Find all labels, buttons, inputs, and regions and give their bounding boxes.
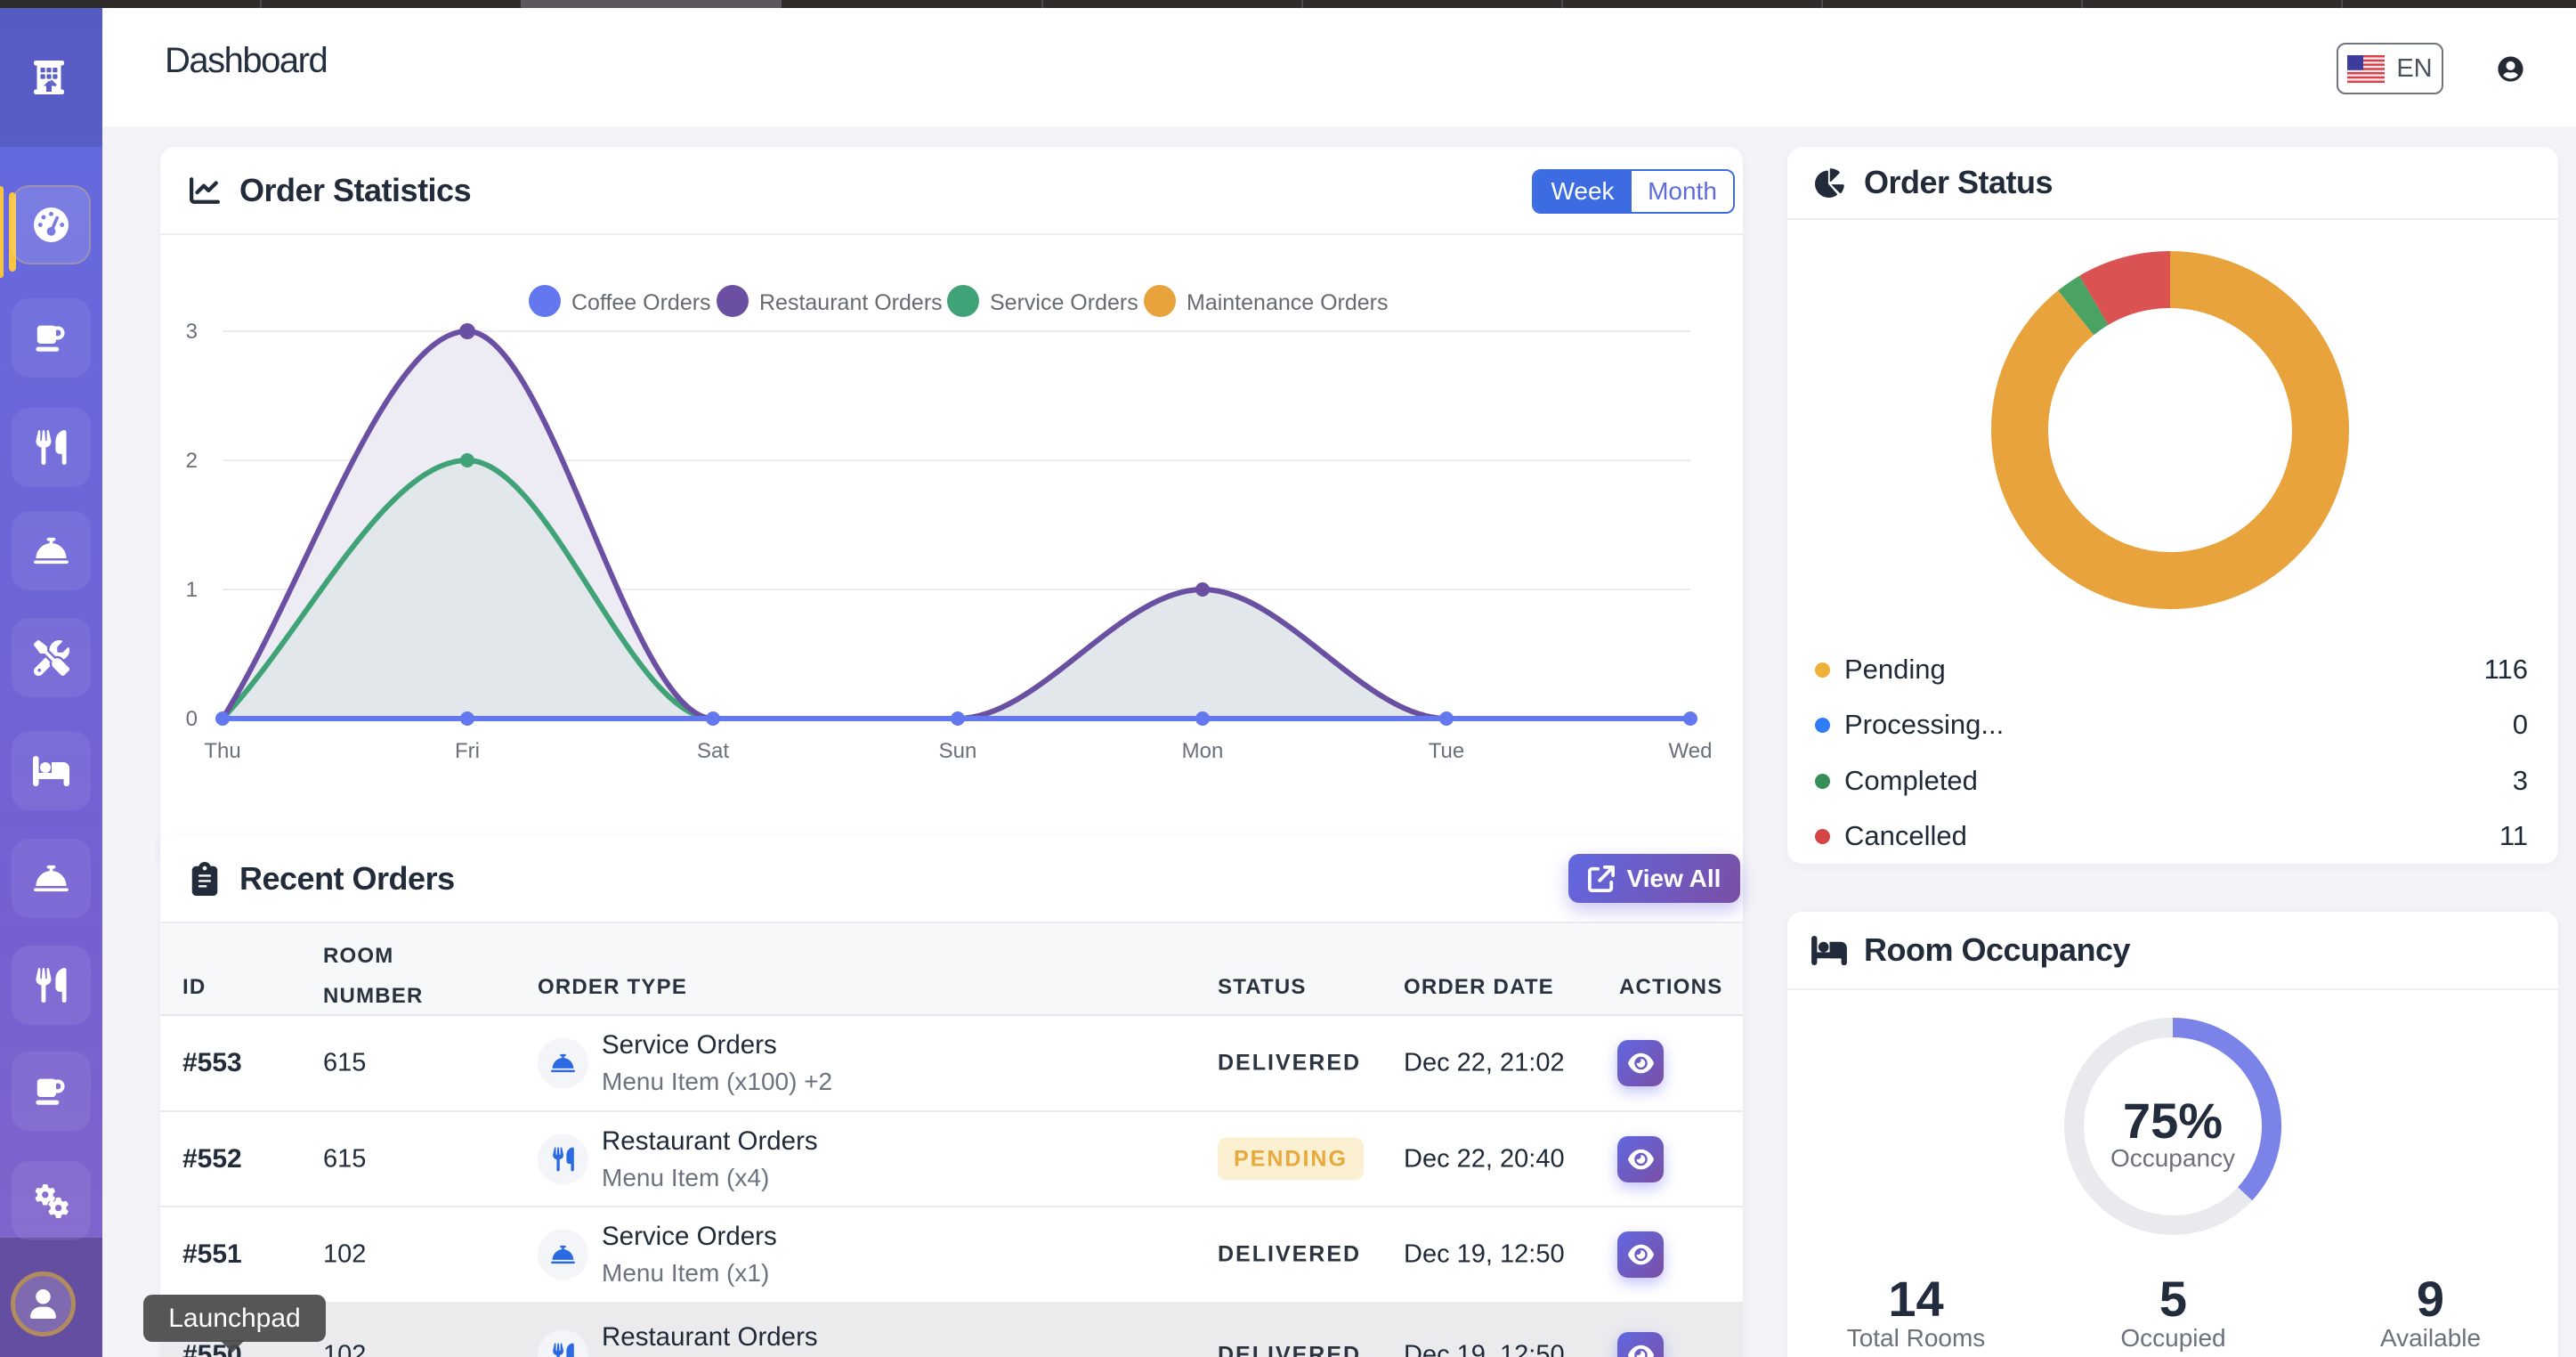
svg-text:75%: 75% (2123, 1093, 2223, 1149)
svg-text:Mon: Mon (1182, 739, 1224, 763)
svg-text:2: 2 (186, 449, 198, 473)
svg-text:Maintenance Orders: Maintenance Orders (1187, 290, 1389, 315)
svg-text:Occupancy: Occupancy (2110, 1144, 2235, 1172)
svg-text:3: 3 (186, 320, 198, 344)
svg-text:0: 0 (186, 707, 198, 731)
svg-text:Sat: Sat (697, 739, 729, 763)
svg-text:Thu: Thu (204, 739, 240, 763)
svg-text:Tue: Tue (1429, 739, 1464, 763)
svg-text:Wed: Wed (1669, 739, 1713, 763)
svg-text:Fri: Fri (455, 739, 480, 763)
svg-text:Service Orders: Service Orders (990, 290, 1138, 315)
svg-text:Sun: Sun (939, 739, 977, 763)
svg-text:Restaurant Orders: Restaurant Orders (759, 290, 943, 315)
svg-text:1: 1 (186, 578, 198, 602)
svg-text:Coffee Orders: Coffee Orders (571, 290, 711, 315)
